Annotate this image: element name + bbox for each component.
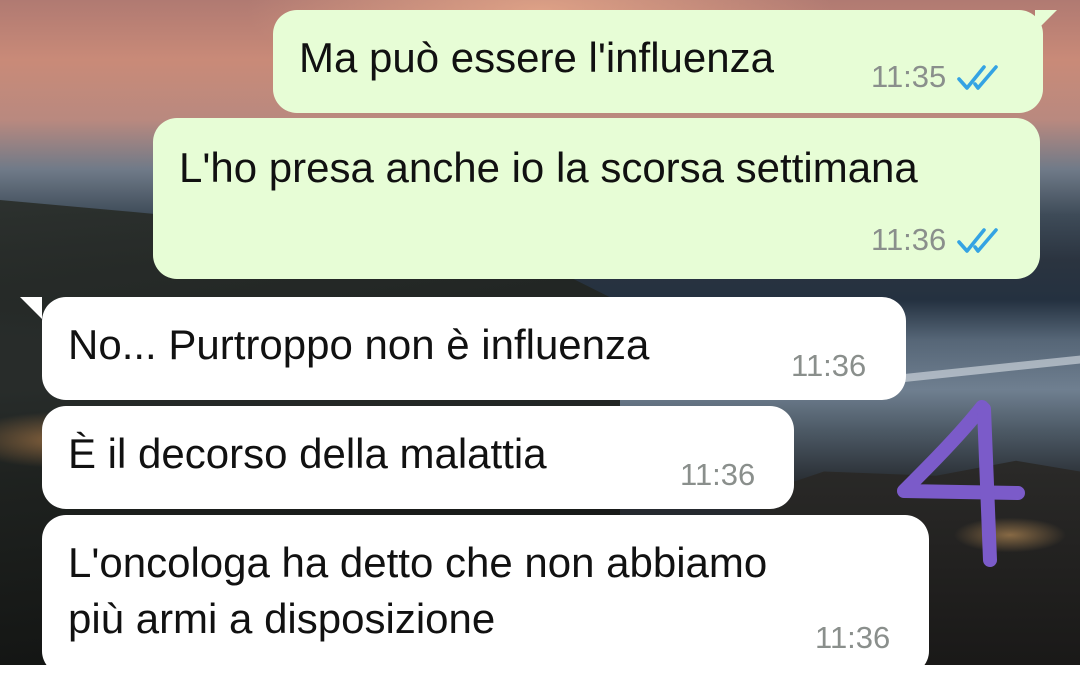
message-text: L'ho presa anche io la scorsa settimana (179, 144, 918, 191)
handwritten-number-annotation (897, 400, 1025, 567)
double-check-icon (956, 63, 1000, 91)
message-bubble-incoming[interactable]: È il decorso della malattia 11:36 (42, 406, 794, 509)
message-meta: 11:36 (791, 349, 866, 383)
message-text-line-1: L'oncologa ha detto che non abbiamo (68, 539, 768, 586)
message-text: No... Purtroppo non è influenza (68, 321, 650, 368)
message-bubble-incoming[interactable]: L'oncologa ha detto che non abbiamo più … (42, 515, 929, 675)
message-time: 11:36 (871, 222, 947, 257)
message-time: 11:35 (871, 59, 947, 94)
message-meta: 11:36 (680, 458, 755, 492)
double-check-icon (956, 226, 1000, 254)
message-time: 11:36 (815, 620, 891, 655)
message-bubble-incoming[interactable]: No... Purtroppo non è influenza 11:36 (42, 297, 906, 400)
message-meta: 11:36 (815, 621, 890, 655)
message-bubble-outgoing[interactable]: L'ho presa anche io la scorsa settimana … (153, 118, 1040, 279)
message-text: È il decorso della malattia (68, 430, 547, 477)
message-time: 11:36 (680, 457, 756, 492)
message-meta: 11:35 (871, 60, 1000, 94)
message-bubble-outgoing[interactable]: Ma può essere l'influenza 11:35 (273, 10, 1043, 113)
message-meta: 11:36 (871, 223, 1000, 257)
message-text-line-2: più armi a disposizione (68, 595, 496, 642)
message-time: 11:36 (791, 348, 867, 383)
message-text: Ma può essere l'influenza (299, 34, 774, 81)
bubble-tail (20, 297, 42, 319)
